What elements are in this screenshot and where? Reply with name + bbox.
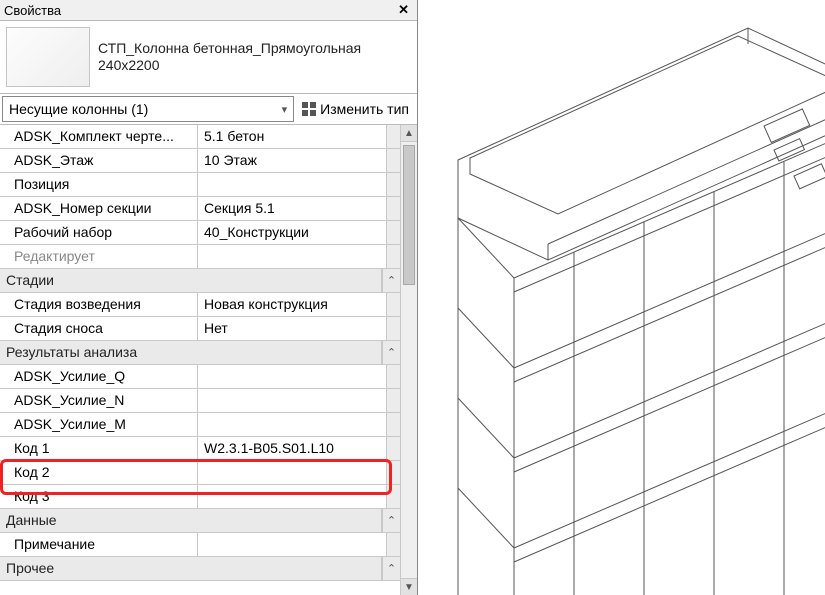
property-value[interactable]: W2.3.1-B05.S01.L10 <box>198 437 386 460</box>
property-row[interactable]: Код 1W2.3.1-B05.S01.L10 <box>0 437 400 461</box>
group-header[interactable]: Стадии⌃ <box>0 269 400 293</box>
property-row[interactable]: Рабочий набор40_Конструкции <box>0 221 400 245</box>
property-value[interactable] <box>198 533 386 556</box>
property-row[interactable]: ADSK_Комплект черте...5.1 бетон <box>0 125 400 149</box>
panel-title-text: Свойства <box>4 3 61 18</box>
type-thumbnail <box>6 27 90 87</box>
type-name: СТП_Колонна бетонная_Прямоугольная <box>98 40 411 58</box>
row-nub <box>386 197 400 220</box>
property-value[interactable] <box>198 413 386 436</box>
property-value[interactable]: 5.1 бетон <box>198 125 386 148</box>
type-label: СТП_Колонна бетонная_Прямоугольная 240x2… <box>98 40 411 75</box>
property-row[interactable]: ADSK_Номер секцииСекция 5.1 <box>0 197 400 221</box>
collapse-icon[interactable]: ⌃ <box>382 509 400 532</box>
property-value[interactable]: Секция 5.1 <box>198 197 386 220</box>
collapse-icon[interactable]: ⌃ <box>382 341 400 364</box>
type-selector[interactable]: СТП_Колонна бетонная_Прямоугольная 240x2… <box>0 21 417 94</box>
property-label: ADSK_Этаж <box>0 149 198 172</box>
group-title: Прочее <box>0 557 382 580</box>
property-label: ADSK_Номер секции <box>0 197 198 220</box>
property-value[interactable] <box>198 245 386 268</box>
edit-type-label: Изменить тип <box>320 101 409 117</box>
property-value[interactable] <box>198 389 386 412</box>
row-nub <box>386 461 400 484</box>
properties-grid[interactable]: ADSK_Комплект черте...5.1 бетонADSK_Этаж… <box>0 125 400 595</box>
vertical-scrollbar[interactable]: ▲ ▼ <box>400 125 417 595</box>
property-label: ADSK_Усилие_Q <box>0 365 198 388</box>
group-header[interactable]: Результаты анализа⌃ <box>0 341 400 365</box>
properties-grid-wrap: ADSK_Комплект черте...5.1 бетонADSK_Этаж… <box>0 125 417 595</box>
edit-type-button[interactable]: Изменить тип <box>296 96 415 122</box>
group-title: Результаты анализа <box>0 341 382 364</box>
row-nub <box>386 485 400 508</box>
property-row[interactable]: Код 3 <box>0 485 400 509</box>
collapse-icon[interactable]: ⌃ <box>382 269 400 292</box>
row-nub <box>386 221 400 244</box>
panel-titlebar: Свойства ✕ <box>0 0 417 21</box>
property-label: ADSK_Усилие_N <box>0 389 198 412</box>
row-nub <box>386 125 400 148</box>
row-nub <box>386 245 400 268</box>
model-viewport[interactable] <box>418 0 825 595</box>
row-nub <box>386 389 400 412</box>
property-row[interactable]: Редактирует <box>0 245 400 269</box>
property-row[interactable]: Позиция <box>0 173 400 197</box>
group-title: Данные <box>0 509 382 532</box>
row-nub <box>386 365 400 388</box>
group-title: Стадии <box>0 269 382 292</box>
scroll-thumb[interactable] <box>403 145 415 285</box>
property-value[interactable]: 40_Конструкции <box>198 221 386 244</box>
row-nub <box>386 533 400 556</box>
property-row[interactable]: Стадия возведенияНовая конструкция <box>0 293 400 317</box>
filter-row: Несущие колонны (1) ▾ Изменить тип <box>0 94 417 125</box>
row-nub <box>386 149 400 172</box>
property-value[interactable] <box>198 461 386 484</box>
property-row[interactable]: ADSK_Усилие_N <box>0 389 400 413</box>
filter-label: Несущие колонны (1) <box>9 101 148 117</box>
group-header[interactable]: Данные⌃ <box>0 509 400 533</box>
property-label: Код 3 <box>0 485 198 508</box>
property-value[interactable] <box>198 485 386 508</box>
property-label: Код 2 <box>0 461 198 484</box>
property-row[interactable]: Стадия сносаНет <box>0 317 400 341</box>
property-value[interactable]: Новая конструкция <box>198 293 386 316</box>
property-label: Стадия возведения <box>0 293 198 316</box>
row-nub <box>386 317 400 340</box>
property-row[interactable]: Примечание <box>0 533 400 557</box>
property-label: Рабочий набор <box>0 221 198 244</box>
properties-panel: Свойства ✕ СТП_Колонна бетонная_Прямоуго… <box>0 0 418 595</box>
close-icon[interactable]: ✕ <box>394 2 413 18</box>
property-label: Позиция <box>0 173 198 196</box>
scroll-down-arrow-icon[interactable]: ▼ <box>401 578 417 595</box>
row-nub <box>386 293 400 316</box>
property-value[interactable]: Нет <box>198 317 386 340</box>
property-row[interactable]: Код 2 <box>0 461 400 485</box>
property-row[interactable]: ADSK_Этаж10 Этаж <box>0 149 400 173</box>
property-label: ADSK_Комплект черте... <box>0 125 198 148</box>
property-label: Примечание <box>0 533 198 556</box>
property-value[interactable] <box>198 365 386 388</box>
row-nub <box>386 437 400 460</box>
property-value[interactable] <box>198 173 386 196</box>
property-value[interactable]: 10 Этаж <box>198 149 386 172</box>
property-row[interactable]: ADSK_Усилие_Q <box>0 365 400 389</box>
property-row[interactable]: ADSK_Усилие_M <box>0 413 400 437</box>
group-header[interactable]: Прочее⌃ <box>0 557 400 581</box>
type-size: 240x2200 <box>98 57 411 75</box>
property-label: ADSK_Усилие_M <box>0 413 198 436</box>
category-filter-dropdown[interactable]: Несущие колонны (1) ▾ <box>2 96 294 122</box>
collapse-icon[interactable]: ⌃ <box>382 557 400 580</box>
scroll-up-arrow-icon[interactable]: ▲ <box>401 125 417 142</box>
property-label: Редактирует <box>0 245 198 268</box>
edit-type-icon <box>302 102 316 116</box>
property-label: Код 1 <box>0 437 198 460</box>
chevron-down-icon: ▾ <box>282 103 288 116</box>
row-nub <box>386 413 400 436</box>
row-nub <box>386 173 400 196</box>
model-drawing <box>418 0 825 595</box>
property-label: Стадия сноса <box>0 317 198 340</box>
